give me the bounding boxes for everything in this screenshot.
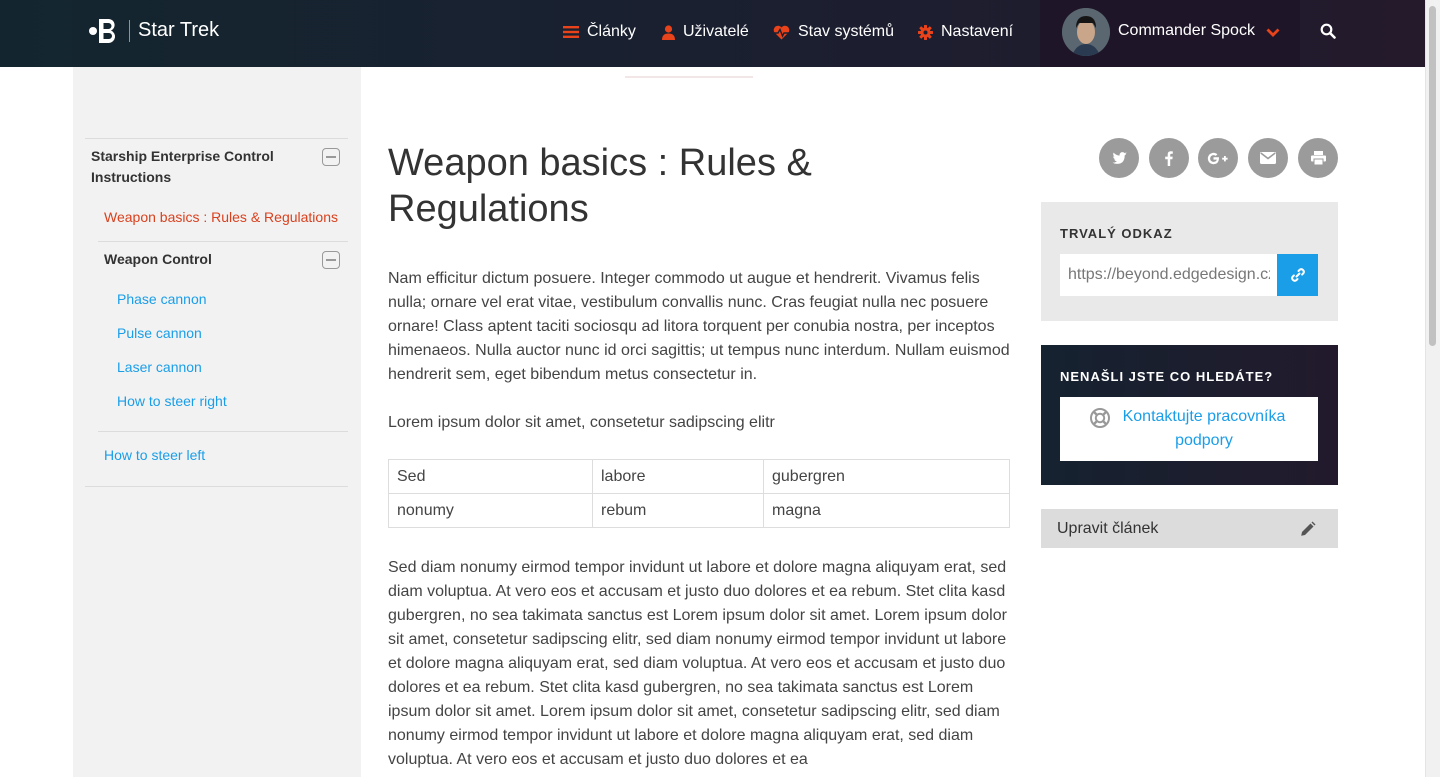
logo-divider <box>129 20 130 42</box>
sidebar-item-laser-cannon[interactable]: Laser cannon <box>117 359 202 375</box>
sidebar-group-title[interactable]: Weapon Control <box>104 251 212 267</box>
article-paragraph: Nam efficitur dictum posuere. Integer co… <box>388 270 1010 383</box>
contact-support-button[interactable]: Kontaktujte pracovníka podpory <box>1060 397 1318 461</box>
article-table: Sed labore gubergren nonumy rebum magna <box>388 459 1010 528</box>
table-cell: Sed <box>388 459 593 494</box>
table-cell: rebum <box>592 493 764 528</box>
table-row: Sed labore gubergren <box>388 459 1010 494</box>
divider <box>85 486 348 487</box>
help-heading: NENAŠLI JSTE CO HLEDÁTE? <box>1060 369 1274 384</box>
copy-link-button[interactable] <box>1277 254 1318 296</box>
share-email-button[interactable] <box>1248 138 1288 178</box>
link-icon <box>1290 268 1305 282</box>
facebook-icon <box>1165 150 1173 166</box>
scrollbar-thumb[interactable] <box>1429 6 1436 346</box>
user-icon <box>662 24 675 40</box>
pencil-icon <box>1301 521 1316 536</box>
article-paragraph: Sed diam nonumy eirmod tempor invidunt u… <box>388 559 1007 768</box>
share-google-plus-button[interactable] <box>1198 138 1238 178</box>
collapse-icon[interactable] <box>322 251 340 269</box>
share-twitter-button[interactable] <box>1099 138 1139 178</box>
share-print-button[interactable] <box>1298 138 1338 178</box>
table-cell: nonumy <box>388 493 593 528</box>
email-icon <box>1260 152 1276 164</box>
google-plus-icon <box>1207 152 1228 164</box>
article-paragraph: Lorem ipsum dolor sit amet, consetetur s… <box>388 414 775 431</box>
nav-item-users[interactable]: Uživatelé <box>662 22 749 42</box>
logo-icon[interactable] <box>88 16 120 46</box>
collapse-icon[interactable] <box>322 148 340 166</box>
nav-item-articles[interactable]: Články <box>563 22 636 42</box>
table-cell: labore <box>592 459 764 494</box>
gear-icon <box>918 24 933 40</box>
share-facebook-button[interactable] <box>1149 138 1189 178</box>
nav-item-label: Články <box>587 23 636 40</box>
permalink-heading: TRVALÝ ODKAZ <box>1060 226 1173 241</box>
top-navbar: Star Trek Články Uživatelé Stav systémů … <box>0 0 1425 67</box>
print-icon <box>1310 151 1326 165</box>
progress-line <box>625 76 753 78</box>
edit-article-label: Upravit článek <box>1057 520 1159 537</box>
nav-item-label: Stav systémů <box>798 23 895 40</box>
lifebuoy-icon <box>1090 408 1110 428</box>
divider <box>85 138 348 139</box>
search-icon[interactable] <box>1320 23 1336 39</box>
twitter-icon <box>1112 151 1127 164</box>
nav-item-label: Uživatelé <box>683 23 749 40</box>
nav-item-label: Nastavení <box>941 23 1014 40</box>
sidebar-section-title[interactable]: Starship Enterprise Control Instructions <box>91 146 306 188</box>
nav-item-system-status[interactable]: Stav systémů <box>773 22 894 42</box>
nav-item-settings[interactable]: Nastavení <box>918 22 1013 42</box>
user-name[interactable]: Commander Spock <box>1118 22 1255 40</box>
page-title: Weapon basics : Rules & Regulations <box>388 142 812 230</box>
brand-name[interactable]: Star Trek <box>138 19 219 42</box>
sidebar-item-steer-right[interactable]: How to steer right <box>117 393 227 409</box>
sidebar-item-phase-cannon[interactable]: Phase cannon <box>117 291 207 307</box>
contact-support-label: Kontaktujte pracovníka podpory <box>1122 408 1286 449</box>
table-cell: magna <box>763 493 1010 528</box>
avatar[interactable] <box>1062 8 1110 56</box>
heartbeat-icon <box>773 25 790 39</box>
permalink-input[interactable] <box>1060 254 1278 296</box>
sidebar-item-steer-left[interactable]: How to steer left <box>104 447 205 463</box>
list-icon <box>563 26 579 38</box>
divider <box>98 431 348 432</box>
divider <box>98 241 348 242</box>
table-row: nonumy rebum magna <box>388 493 1010 528</box>
table-cell: gubergren <box>763 459 1010 494</box>
edit-article-button[interactable]: Upravit článek <box>1041 509 1338 548</box>
sidebar-item-active[interactable]: Weapon basics : Rules & Regulations <box>104 209 338 225</box>
chevron-down-icon[interactable] <box>1266 28 1280 37</box>
sidebar-item-pulse-cannon[interactable]: Pulse cannon <box>117 325 202 341</box>
